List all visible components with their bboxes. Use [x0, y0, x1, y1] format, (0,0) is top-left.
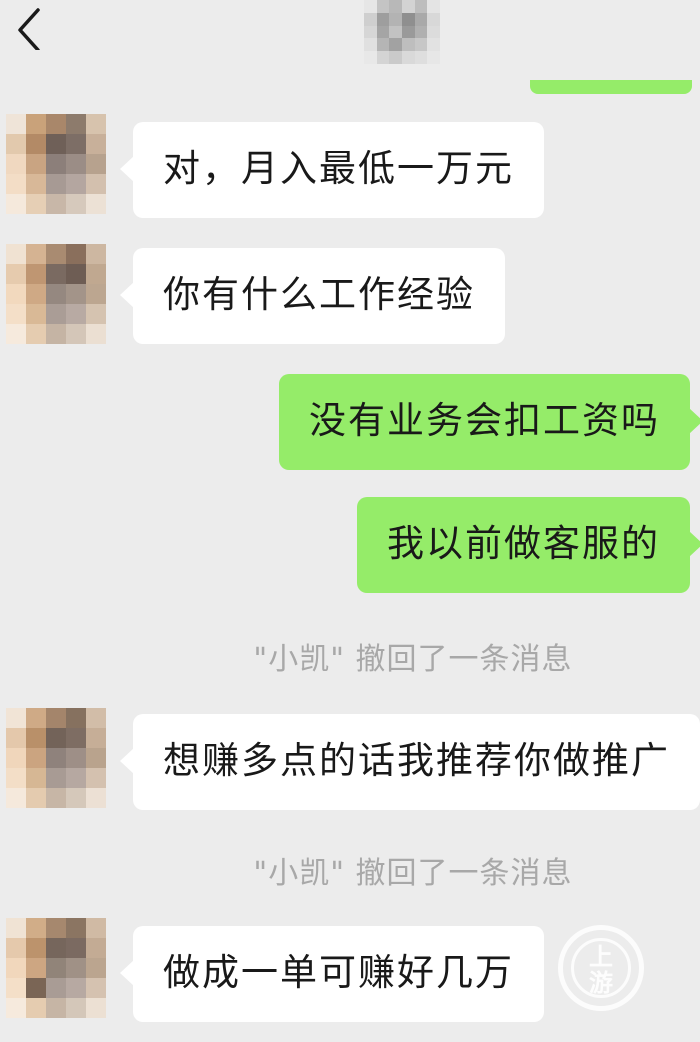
- avatar[interactable]: [6, 708, 106, 808]
- recall-notice: "小凯" 撤回了一条消息: [253, 856, 573, 891]
- incoming-message-bubble[interactable]: 你有什么工作经验: [120, 248, 505, 344]
- blurred-name-mosaic: [364, 0, 440, 64]
- contact-name[interactable]: 小凯: [364, 0, 440, 64]
- watermark-text: 上游: [589, 942, 613, 997]
- chevron-left-icon: [18, 8, 40, 52]
- incoming-message-bubble[interactable]: 做成一单可赚好几万: [120, 926, 544, 1022]
- watermark-logo: 上游: [558, 925, 644, 1011]
- back-button[interactable]: [10, 6, 50, 52]
- contact-name-text: 小凯: [364, 0, 365, 1]
- recall-notice: "小凯" 撤回了一条消息: [253, 642, 573, 677]
- avatar[interactable]: [6, 918, 106, 1018]
- previous-message-bubble-edge: [530, 80, 692, 94]
- message-text: 对，月入最低一万元: [163, 147, 514, 190]
- message-text: 做成一单可赚好几万: [163, 951, 514, 994]
- avatar[interactable]: [6, 114, 106, 214]
- chat-header: 小凯: [0, 0, 700, 90]
- message-text: 想赚多点的话我推荐你做推广: [163, 739, 670, 782]
- incoming-message-bubble[interactable]: 对，月入最低一万元: [120, 122, 544, 218]
- outgoing-message-bubble[interactable]: 我以前做客服的: [357, 497, 700, 593]
- message-text: 你有什么工作经验: [163, 273, 475, 316]
- outgoing-message-bubble[interactable]: 没有业务会扣工资吗: [279, 374, 700, 470]
- incoming-message-bubble[interactable]: 想赚多点的话我推荐你做推广: [120, 714, 700, 810]
- avatar[interactable]: [6, 244, 106, 344]
- message-text: 没有业务会扣工资吗: [309, 399, 660, 442]
- message-text: 我以前做客服的: [387, 522, 660, 565]
